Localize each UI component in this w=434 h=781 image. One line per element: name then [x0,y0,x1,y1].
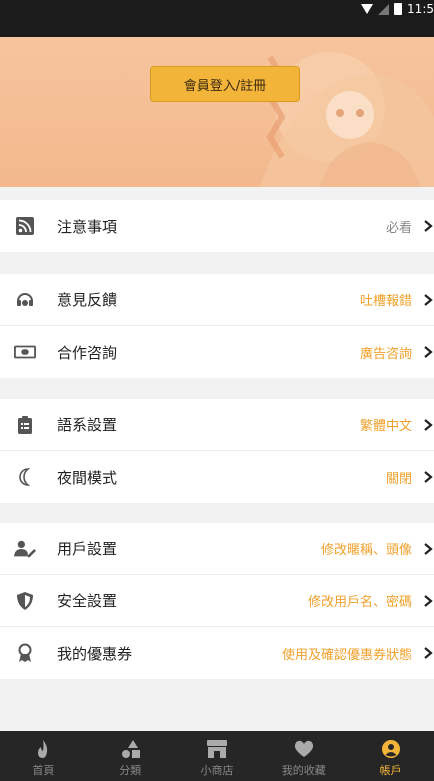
user-circle-icon [381,740,400,758]
nav-categories[interactable]: 分類 [87,731,174,781]
heart-icon [294,740,313,757]
row-language[interactable]: 語系設置 繁體中文 [0,399,434,451]
login-register-button[interactable]: 會員登入/註冊 [150,66,300,102]
chevron-right-icon [424,346,433,358]
status-bar: 11:5 [0,0,434,37]
status-icons: 11:5 [361,0,434,18]
row-label: 意見反饋 [57,291,118,309]
row-value: 必看 [385,220,412,236]
nav-label: 帳戶 [379,764,402,777]
chevron-right-icon [424,418,433,431]
chevron-right-icon [424,542,433,555]
status-time: 11:5 [407,2,434,16]
row-value: 使用及確認優惠券狀態 [281,647,412,663]
row-notices[interactable]: 注意事項 必看 [0,200,434,252]
rss-icon [14,215,36,237]
chevron-right-icon [424,293,433,306]
menu-group-display: 語系設置 繁體中文 夜間模式 關閉 [0,399,434,503]
row-label: 夜間模式 [57,468,118,487]
menu-group-contact: 意見反饋 吐槽報錯 合作咨詢 廣告咨詢 [0,274,434,378]
menu-group-account: 用戶設置 修改暱稱、頭像 安全設置 修改用戶名、密碼 我的優惠券 使用及確認優惠… [0,523,434,679]
menu-group-notice: 注意事項 必看 [0,200,434,252]
row-label: 安全設置 [57,592,118,610]
nav-label: 小商店 [200,764,234,777]
row-user-settings[interactable]: 用戶設置 修改暱稱、頭像 [0,523,434,575]
store-icon [206,740,227,758]
nav-favorites[interactable]: 我的收藏 [260,731,347,781]
row-value: 修改用戶名、密碼 [307,595,412,610]
user-edit-icon [14,538,36,560]
row-value: 關閉 [385,471,412,487]
nav-label: 我的收藏 [281,764,326,777]
chevron-right-icon [424,220,433,232]
nav-label: 首頁 [32,764,55,777]
headset-icon [14,289,36,311]
nav-shop[interactable]: 小商店 [174,731,261,781]
fire-icon [38,740,48,758]
clipboard-icon [14,414,36,436]
anime-character-illustration [260,52,434,187]
signal-icon [378,3,390,15]
row-value: 廣告咨詢 [359,346,412,362]
bottom-nav: 首頁 分類 小商店 我的收藏 帳戶 [0,731,434,781]
row-value: 修改暱稱、頭像 [320,543,412,558]
chevron-right-icon [424,647,433,659]
nav-account[interactable]: 帳戶 [347,731,434,781]
chevron-right-icon [424,594,433,607]
row-label: 合作咨詢 [57,343,118,362]
chevron-right-icon [424,471,433,483]
nav-home[interactable]: 首頁 [0,731,87,781]
profile-banner: 會員登入/註冊 [0,37,434,187]
money-icon [14,341,36,363]
shield-icon [14,590,36,612]
row-label: 用戶設置 [57,540,118,558]
row-label: 語系設置 [57,416,118,434]
row-cooperation[interactable]: 合作咨詢 廣告咨詢 [0,326,434,378]
row-night-mode[interactable]: 夜間模式 關閉 [0,451,434,503]
row-security-settings[interactable]: 安全設置 修改用戶名、密碼 [0,575,434,627]
row-label: 注意事項 [57,217,118,236]
row-value: 吐槽報錯 [359,294,412,309]
wifi-icon [361,4,374,14]
row-value: 繁體中文 [359,419,412,434]
moon-icon [14,466,36,488]
battery-icon [394,3,403,15]
row-label: 我的優惠券 [57,644,133,663]
nav-label: 分類 [119,764,142,777]
row-feedback[interactable]: 意見反饋 吐槽報錯 [0,274,434,326]
row-coupons[interactable]: 我的優惠券 使用及確認優惠券狀態 [0,627,434,679]
award-icon [14,642,36,664]
shapes-icon [122,740,141,758]
